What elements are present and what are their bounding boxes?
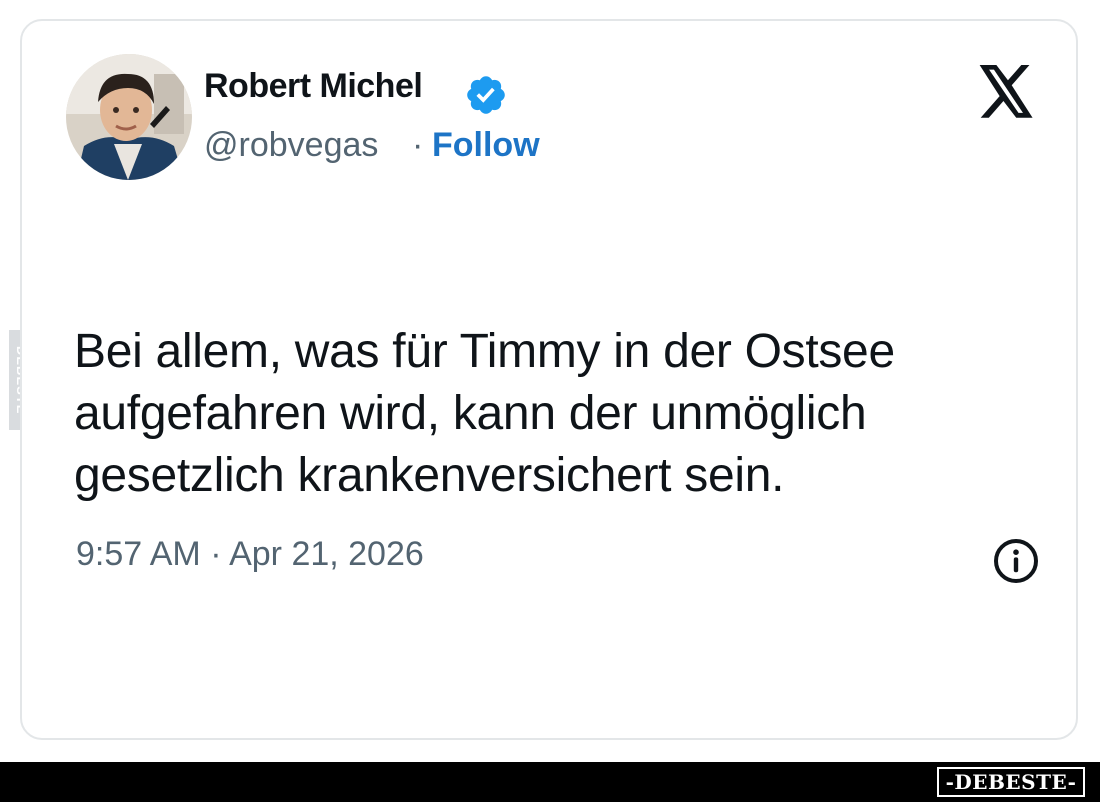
x-logo-icon[interactable]	[976, 65, 1036, 119]
tweet-text-line: gesetzlich krankenversichert sein.	[74, 449, 785, 502]
info-icon[interactable]	[992, 537, 1040, 585]
avatar[interactable]	[66, 54, 192, 180]
tweet-timestamp[interactable]: 9:57 AM · Apr 21, 2026	[76, 535, 424, 574]
verified-badge-icon	[467, 76, 505, 114]
tweet-text: Bei allem, was für Timmy in der Ostsee a…	[74, 321, 1054, 507]
tweet-text-line: Bei allem, was für Timmy in der Ostsee	[74, 325, 895, 378]
display-name[interactable]: Robert Michel	[204, 67, 423, 106]
tweet-text-line: aufgefahren wird, kann der unmöglich	[74, 387, 867, 440]
author-handle[interactable]: @robvegas	[204, 126, 378, 165]
bottom-bar	[0, 762, 1100, 802]
watermark-stamp: -DEBESTE-	[937, 767, 1085, 797]
tweet-card: Robert Michel @robvegas · Follow Bei all…	[20, 19, 1078, 740]
follow-button[interactable]: Follow	[432, 126, 540, 165]
separator-dot: ·	[412, 126, 424, 164]
